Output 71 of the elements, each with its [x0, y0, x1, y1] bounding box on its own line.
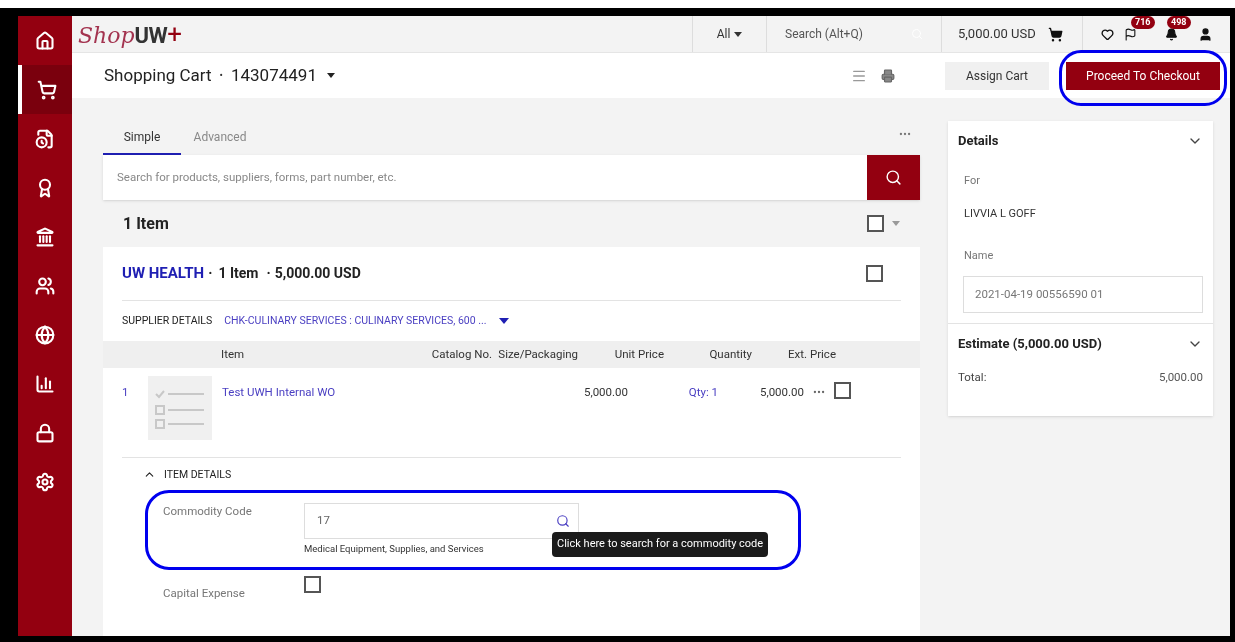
column-header: Item: [221, 345, 246, 363]
total-value: 5,000.00: [1158, 368, 1203, 386]
for-label: For: [964, 172, 981, 189]
heart-icon[interactable]: [1101, 27, 1114, 41]
bell-icon[interactable]: [1165, 27, 1178, 41]
assign-cart-button[interactable]: Assign Cart: [945, 61, 1049, 90]
sidebar-item[interactable]: [18, 65, 72, 114]
name-label: Name: [964, 247, 995, 264]
cart-icon: [1047, 26, 1063, 42]
search-icon: [885, 169, 902, 186]
ext-price: 5,000.00: [758, 384, 804, 401]
supplier-details-link[interactable]: CHK-CULINARY SERVICES : CULINARY SERVICES, 600 ...: [224, 313, 487, 329]
column-header: Ext. Price: [787, 345, 836, 363]
count-badge: 716: [1131, 15, 1155, 29]
document-clock-icon: [35, 128, 55, 149]
logo[interactable]: ShopUW+: [78, 21, 182, 47]
item-count: 1 Item: [123, 212, 169, 235]
commodity-description: Medical Equipment, Supplies, and Services: [304, 542, 484, 556]
supplier-checkbox[interactable]: [866, 265, 883, 282]
name-field[interactable]: 2021-04-19 00556590 01: [963, 276, 1203, 313]
item-thumbnail: [148, 376, 212, 440]
home-icon: [35, 30, 55, 51]
cart-icon: [37, 79, 57, 100]
caret-icon[interactable]: [498, 318, 509, 324]
settings-icon: [35, 471, 55, 492]
user-icon[interactable]: [1198, 26, 1213, 42]
cart-total[interactable]: 5,000.00 USD: [941, 16, 1082, 52]
lock-icon: [35, 422, 55, 443]
capital-expense-checkbox[interactable]: [304, 576, 321, 594]
item-name-link[interactable]: Test UWH Internal WO: [222, 384, 582, 402]
bank-icon: [35, 226, 55, 247]
for-value: LIVVIA L GOFF: [964, 206, 1037, 222]
quantity[interactable]: Qty: 1: [628, 384, 718, 402]
tooltip: Click here to search for a commodity code: [552, 532, 769, 557]
estimate-title: Estimate (5,000.00 USD): [958, 335, 1102, 353]
line-number: 1: [122, 384, 130, 401]
flag-icon[interactable]: [1124, 27, 1137, 41]
unit-price: 5,000.00: [582, 384, 628, 401]
caret-icon[interactable]: [326, 73, 335, 78]
search-icon[interactable]: [556, 514, 570, 528]
supplier-item-count: 1 Item: [218, 264, 259, 283]
supplier-details-label: SUPPLIER DETAILS: [122, 313, 213, 329]
globe-icon: [35, 324, 55, 345]
supplier-name[interactable]: UW HEALTH: [122, 262, 205, 285]
item-details-toggle[interactable]: ITEM DETAILS: [143, 458, 880, 491]
column-header: Catalog No.: [430, 345, 492, 363]
separator-dot: ·: [266, 264, 271, 283]
select-all-checkbox[interactable]: [867, 215, 884, 232]
details-title: Details: [958, 132, 999, 150]
print-icon[interactable]: [881, 68, 895, 83]
page-title: Shopping Cart: [104, 63, 212, 87]
commodity-code-field[interactable]: 17: [304, 503, 579, 539]
cart-number[interactable]: 143074491: [230, 62, 317, 89]
search-button[interactable]: [867, 155, 920, 200]
total-label: Total:: [958, 368, 987, 386]
separator-dot: •: [219, 69, 223, 83]
commodity-code-label: Commodity Code: [163, 503, 253, 520]
caret-icon: [734, 31, 743, 37]
separator-dot: ·: [208, 264, 213, 283]
row-checkbox[interactable]: [834, 382, 851, 399]
count-badge: 498: [1167, 15, 1191, 29]
capital-expense-label: Capital Expense: [163, 585, 246, 603]
scope-dropdown[interactable]: All: [692, 16, 766, 52]
global-search-field[interactable]: Search (Alt+Q): [766, 16, 941, 52]
users-icon: [35, 275, 55, 296]
column-header: Size/Packaging: [497, 345, 578, 363]
supplier-total: 5,000.00 USD: [274, 264, 361, 283]
column-header: Unit Price: [613, 345, 664, 363]
column-header: Quantity: [708, 345, 752, 363]
checkout-button[interactable]: Proceed To Checkout: [1066, 61, 1220, 90]
bar-chart-icon: [35, 373, 55, 394]
